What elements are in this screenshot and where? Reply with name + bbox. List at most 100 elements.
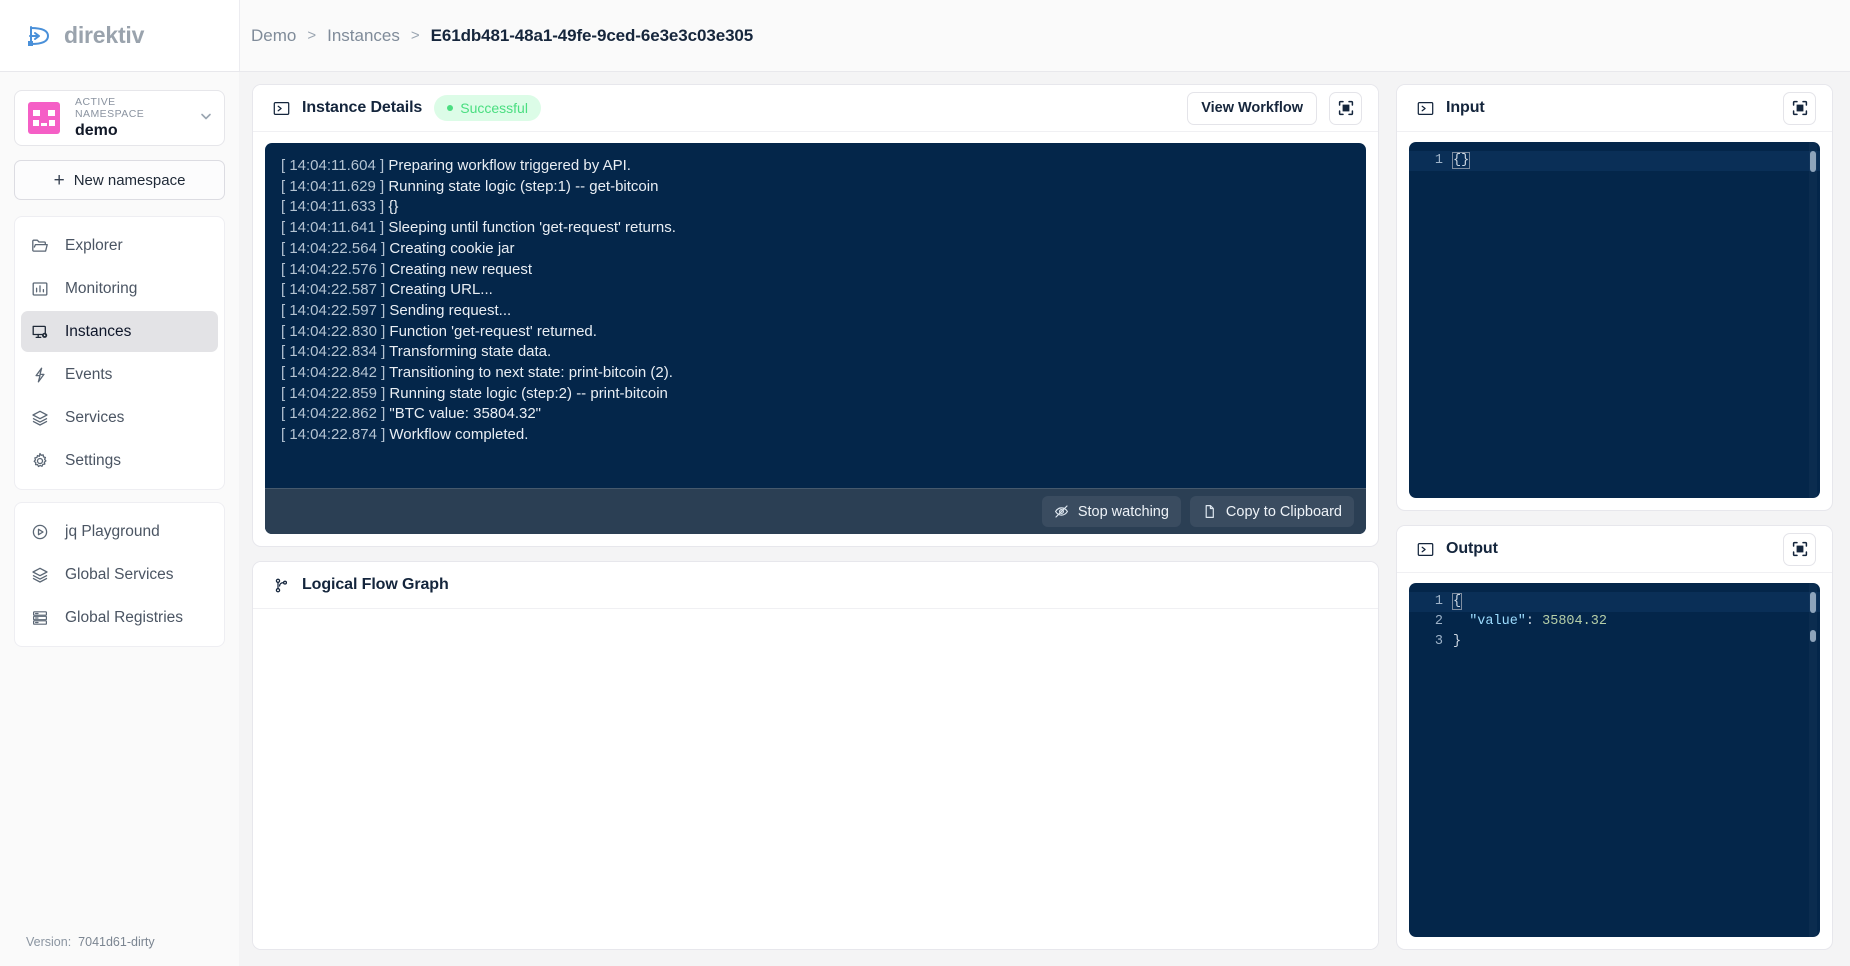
log-line: [ 14:04:22.576 ] Creating new request	[281, 260, 1350, 281]
new-namespace-label: New namespace	[73, 171, 186, 189]
input-header: Input	[1397, 85, 1832, 132]
version-label: Version:	[26, 935, 72, 949]
sidebar: ACTIVE NAMESPACE demo + New namespace Ex…	[0, 72, 239, 966]
sidebar-item-settings[interactable]: Settings	[21, 440, 218, 481]
breadcrumb: Demo > Instances > E61db481-48a1-49fe-9c…	[239, 0, 1850, 71]
maximize-output-button[interactable]	[1783, 532, 1816, 566]
view-workflow-button[interactable]: View Workflow	[1187, 91, 1317, 125]
json-punctuation: {}	[1451, 152, 1471, 169]
log-timestamp: [ 14:04:22.587 ]	[281, 281, 390, 299]
log-line: [ 14:04:11.629 ] Running state logic (st…	[281, 177, 1350, 198]
brand-name: direktiv	[64, 22, 145, 48]
input-title: Input	[1446, 99, 1485, 116]
log-line: [ 14:04:22.564 ] Creating cookie jar	[281, 239, 1350, 260]
plus-icon: +	[53, 169, 65, 191]
left-column: Instance Details Successful View Workflo…	[252, 84, 1379, 950]
version-info: Version: 7041d61-dirty	[26, 935, 155, 949]
chevron-down-icon	[198, 108, 214, 129]
log-line: [ 14:04:22.859 ] Running state logic (st…	[281, 384, 1350, 405]
sidebar-item-jq-playground[interactable]: jq Playground	[21, 511, 218, 552]
brand-logo[interactable]: direktiv	[0, 0, 239, 71]
new-namespace-button[interactable]: + New namespace	[14, 160, 225, 200]
sidebar-item-monitoring[interactable]: Monitoring	[21, 268, 218, 309]
input-scroll-track[interactable]	[1809, 142, 1817, 498]
log-timestamp: [ 14:04:11.629 ]	[281, 177, 389, 195]
json-colon: :	[1525, 614, 1543, 629]
sidebar-nav-primary: Explorer Monitoring Instances Events Ser…	[14, 216, 225, 490]
breadcrumb-instances[interactable]: Instances	[327, 26, 400, 46]
sidebar-nav-secondary: jq Playground Global Services Global Reg…	[14, 502, 225, 647]
log-message: Transitioning to next state: print-bitco…	[389, 364, 673, 382]
log-message: Creating cookie jar	[389, 239, 515, 257]
maximize-input-button[interactable]	[1783, 91, 1816, 125]
log-timestamp: [ 14:04:22.874 ]	[281, 426, 390, 444]
namespace-label: ACTIVE NAMESPACE	[75, 95, 145, 120]
terminal-icon	[1417, 100, 1434, 117]
stop-watching-button[interactable]: Stop watching	[1041, 496, 1181, 527]
main-content: Instance Details Successful View Workflo…	[239, 72, 1850, 966]
output-scrollbar-thumb[interactable]	[1810, 592, 1816, 613]
log-message: Creating URL...	[389, 281, 493, 299]
log-timestamp: [ 14:04:11.641 ]	[281, 219, 389, 237]
breadcrumb-root[interactable]: Demo	[251, 26, 296, 46]
sidebar-item-global-registries[interactable]: Global Registries	[21, 597, 218, 638]
sidebar-item-label: Explorer	[65, 236, 123, 254]
instance-details-card: Instance Details Successful View Workflo…	[252, 84, 1379, 547]
flow-graph-title: Logical Flow Graph	[302, 576, 449, 593]
log-timestamp: [ 14:04:22.862 ]	[281, 405, 390, 423]
sidebar-item-services[interactable]: Services	[21, 397, 218, 438]
folder-icon	[31, 237, 49, 255]
maximize-icon	[1338, 100, 1354, 116]
maximize-icon	[1792, 100, 1808, 116]
output-editor[interactable]: 1{2 "value": 35804.32 3}	[1409, 583, 1820, 937]
log-timestamp: [ 14:04:22.834 ]	[281, 343, 390, 361]
server-icon	[31, 609, 49, 627]
sidebar-item-events[interactable]: Events	[21, 354, 218, 395]
eye-off-icon	[1054, 504, 1069, 519]
log-message: "BTC value: 35804.32"	[389, 405, 541, 423]
log-message: Sleeping until function 'get-request' re…	[388, 219, 676, 237]
sidebar-item-label: Events	[65, 365, 113, 383]
log-console[interactable]: [ 14:04:11.604 ] Preparing workflow trig…	[265, 143, 1366, 534]
maximize-instance-details-button[interactable]	[1329, 91, 1362, 125]
breadcrumb-separator: >	[307, 27, 317, 44]
top-bar: direktiv Demo > Instances > E61db481-48a…	[0, 0, 1850, 72]
log-lines: [ 14:04:11.604 ] Preparing workflow trig…	[265, 143, 1366, 488]
log-timestamp: [ 14:04:11.633 ]	[281, 198, 389, 216]
sidebar-item-global-services[interactable]: Global Services	[21, 554, 218, 595]
sidebar-item-label: jq Playground	[65, 522, 160, 540]
breadcrumb-current: E61db481-48a1-49fe-9ced-6e3e3c03e305	[430, 25, 754, 45]
code-content: "value": 35804.32	[1453, 612, 1607, 632]
sidebar-item-explorer[interactable]: Explorer	[21, 225, 218, 266]
input-editor[interactable]: 1 {}	[1409, 142, 1820, 498]
bar-chart-icon	[31, 280, 49, 298]
log-timestamp: [ 14:04:22.830 ]	[281, 322, 390, 340]
status-dot-icon	[447, 105, 454, 111]
gear-icon	[31, 452, 49, 470]
log-line: [ 14:04:22.862 ] "BTC value: 35804.32"	[281, 404, 1350, 425]
output-scrollbar-thumb-2[interactable]	[1810, 630, 1816, 642]
sidebar-item-label: Global Registries	[65, 608, 184, 626]
breadcrumb-separator: >	[410, 27, 420, 44]
log-message: Sending request...	[389, 301, 512, 319]
sidebar-item-label: Settings	[65, 451, 122, 469]
stop-watching-label: Stop watching	[1077, 503, 1169, 520]
input-scrollbar-thumb[interactable]	[1810, 151, 1816, 172]
flow-graph-canvas[interactable]	[253, 609, 1378, 949]
log-line: [ 14:04:22.587 ] Creating URL...	[281, 280, 1350, 301]
logical-flow-graph-card: Logical Flow Graph	[252, 561, 1379, 950]
app-root: direktiv Demo > Instances > E61db481-48a…	[0, 0, 1850, 966]
code-line: 2 "value": 35804.32	[1409, 612, 1820, 632]
input-card: Input 1 {}	[1396, 84, 1833, 511]
layers-icon	[31, 409, 49, 427]
line-number: 2	[1434, 614, 1443, 629]
code-line: 1{	[1409, 592, 1820, 612]
log-line: [ 14:04:22.597 ] Sending request...	[281, 301, 1350, 322]
sidebar-item-instances[interactable]: Instances	[21, 311, 218, 352]
log-message: Function 'get-request' returned.	[389, 322, 597, 340]
direktiv-logo-icon	[26, 22, 54, 50]
namespace-selector[interactable]: ACTIVE NAMESPACE demo	[14, 90, 225, 146]
copy-to-clipboard-button[interactable]: Copy to Clipboard	[1189, 496, 1354, 527]
terminal-icon	[1417, 541, 1434, 558]
log-line: [ 14:04:11.641 ] Sleeping until function…	[281, 218, 1350, 239]
